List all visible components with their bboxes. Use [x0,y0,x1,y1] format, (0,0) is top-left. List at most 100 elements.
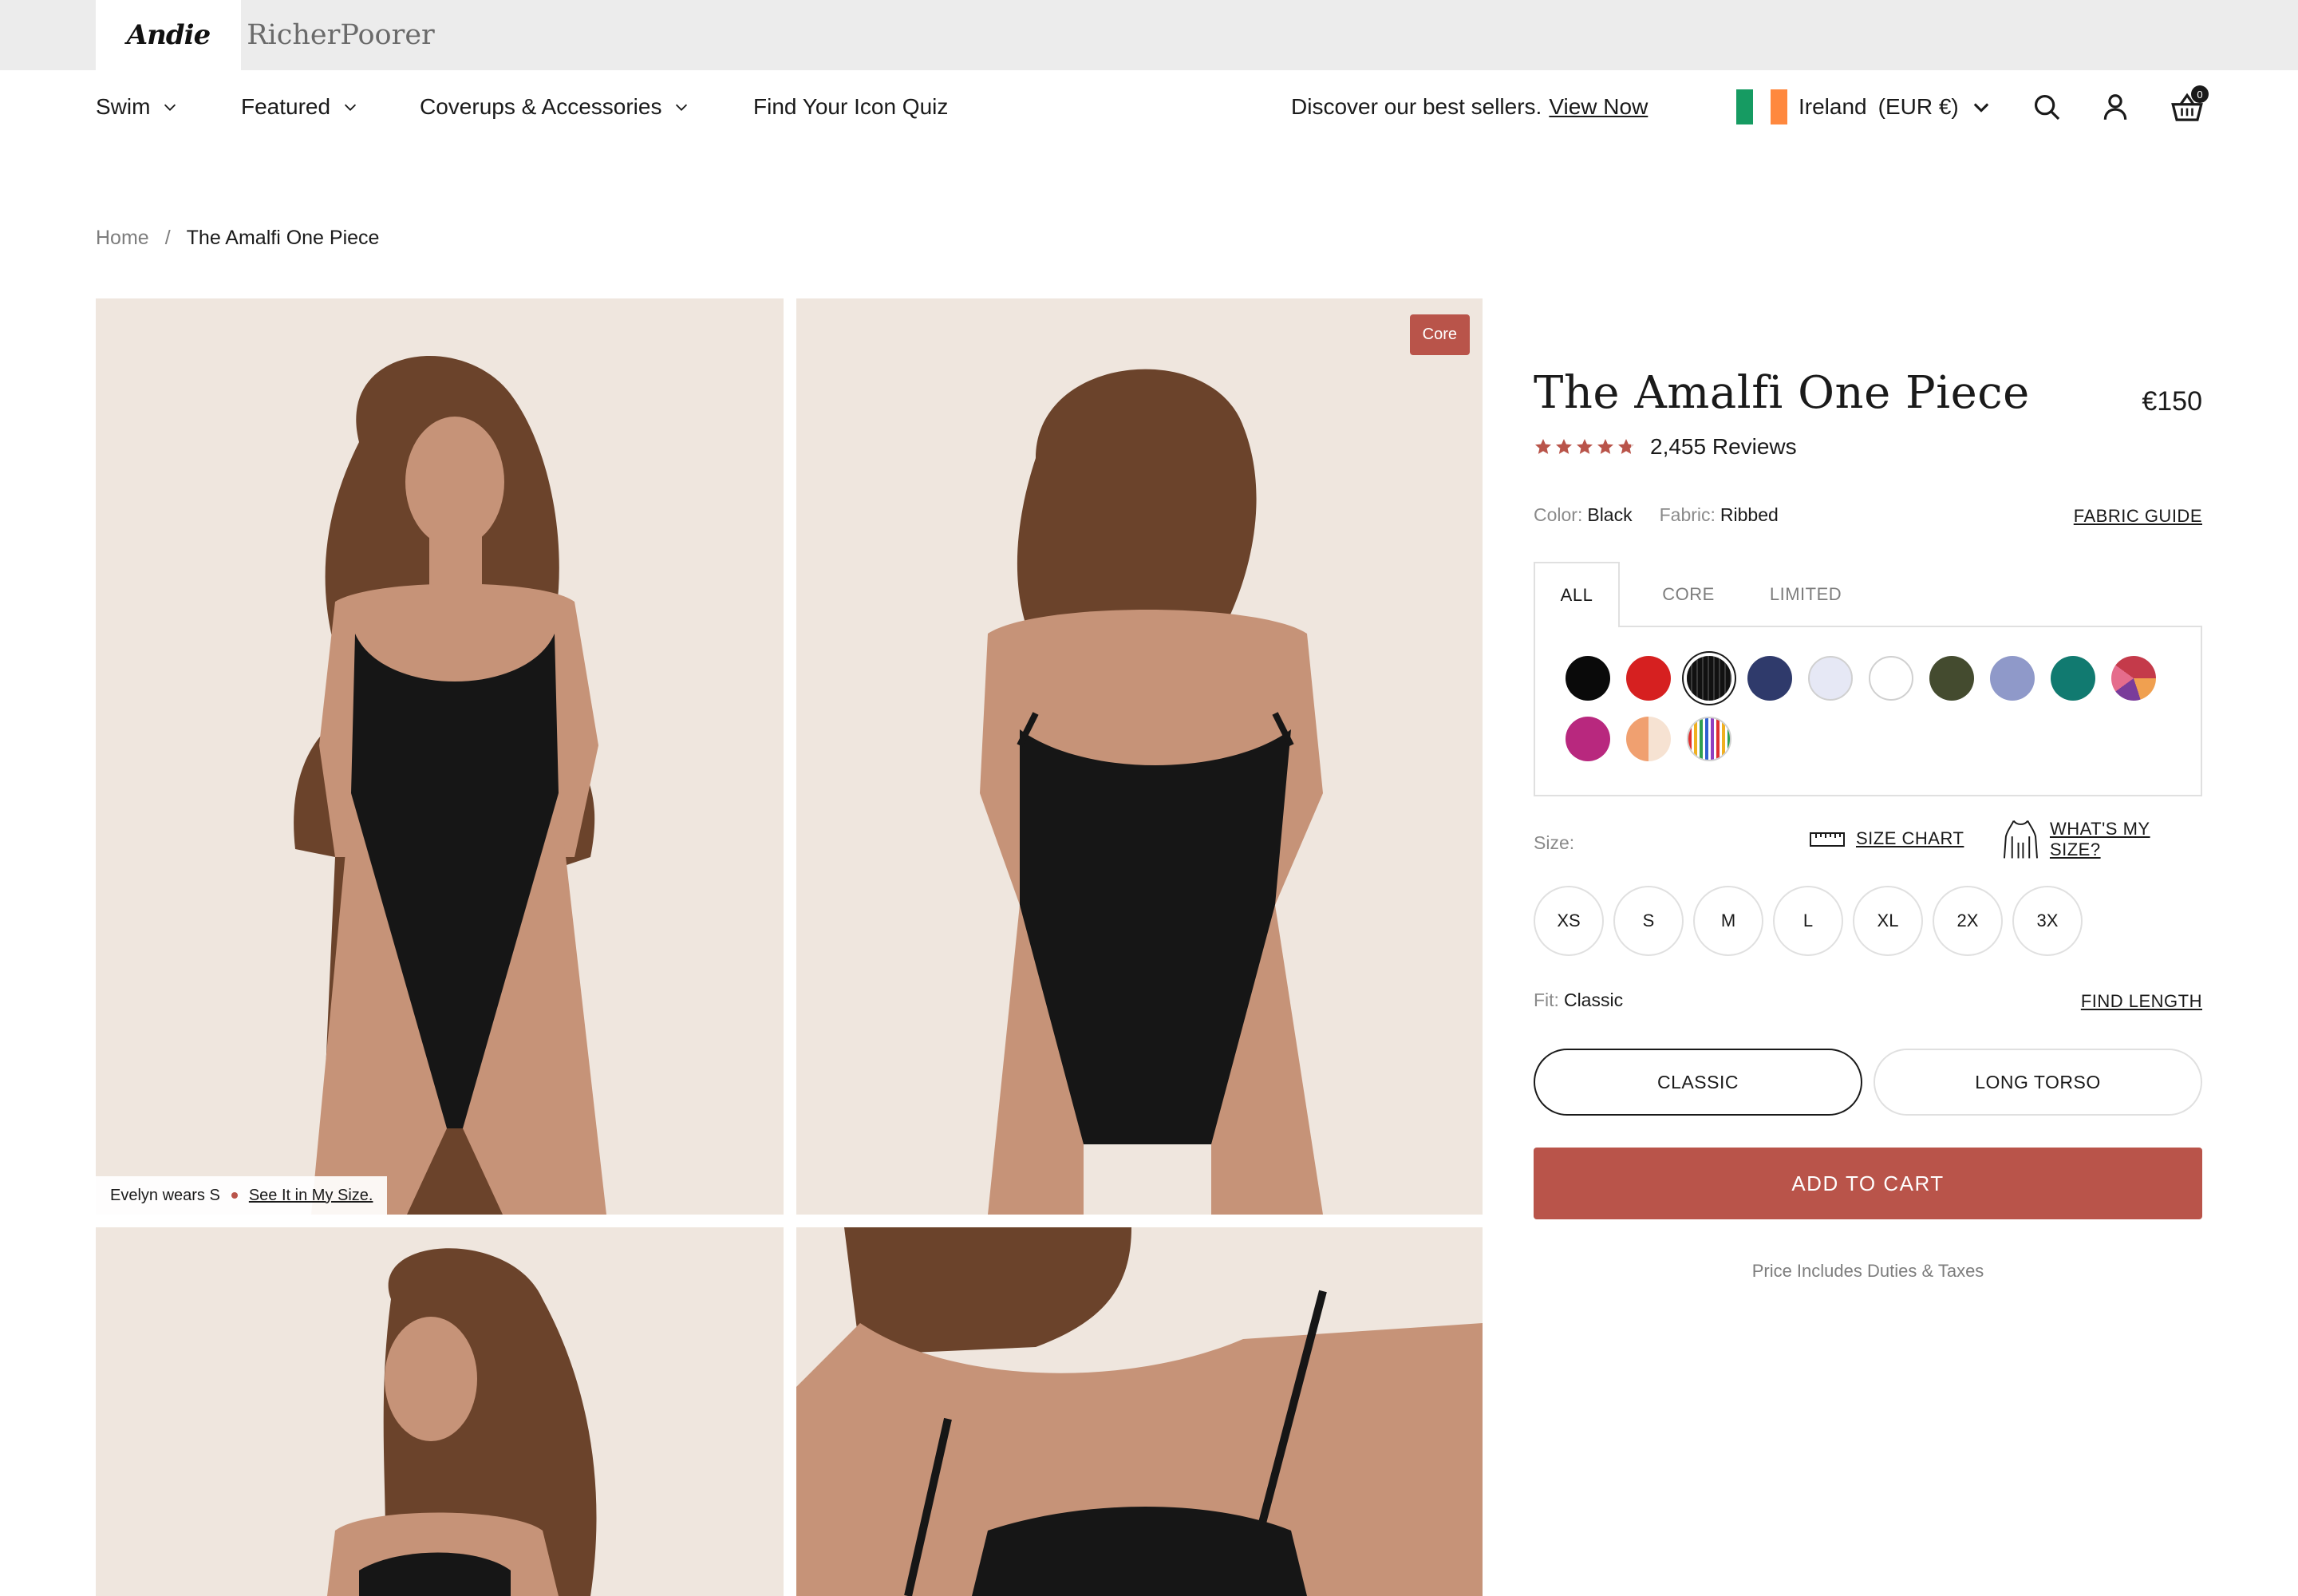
size-option-3x[interactable]: 3X [2012,886,2083,956]
color-value: Black [1587,504,1633,525]
country-name: Ireland [1799,94,1867,119]
account-icon[interactable] [2097,89,2134,125]
promo-text: Discover our best sellers. [1291,94,1542,119]
currency-label: (EUR €) [1877,94,1959,119]
size-option-2x[interactable]: 2X [1933,886,2003,956]
size-header: Size: SIZE CHART WHAT'S MY SIZE? [1534,819,2202,863]
star-icon [1597,439,1613,454]
product-image-detail[interactable] [796,1227,1483,1596]
color-collection-tabs: ALL CORE LIMITED [1534,562,2202,627]
swatch-black[interactable] [1566,656,1610,701]
swatch-rainbow-stripe[interactable] [1687,717,1731,761]
fabric-value: Ribbed [1720,504,1779,525]
swatch-black-ribbed[interactable] [1687,656,1731,701]
size-chart-link[interactable]: SIZE CHART [1810,828,1964,849]
promo-banner: Discover our best sellers. View Now [1291,70,1648,144]
chevron-down-icon [345,104,357,111]
nav-item-label: Featured [241,94,331,119]
nav-item-label: Find Your Icon Quiz [753,94,949,119]
size-option-s[interactable]: S [1613,886,1684,956]
model-back-illustration [796,298,1483,1215]
color-swatch-grid [1534,626,2202,796]
swatch-pale-lavender[interactable] [1808,656,1853,701]
size-label: Size: [1534,832,1575,853]
product-rating[interactable]: 2,455 Reviews [1534,434,1797,460]
breadcrumb: Home / The Amalfi One Piece [96,227,379,250]
product-image-back[interactable]: Core [796,298,1483,1215]
star-half-icon [1618,439,1634,454]
star-icon [1556,439,1572,454]
nav-item-featured[interactable]: Featured [241,70,359,144]
add-to-cart-button[interactable]: ADD TO CART [1534,1148,2202,1219]
promo-link[interactable]: View Now [1549,94,1648,120]
fit-label: Fit: [1534,990,1559,1010]
fit-option-long-torso[interactable]: LONG TORSO [1874,1049,2202,1116]
cart-icon[interactable]: 0 [2167,85,2209,125]
model-side-illustration [96,1227,784,1596]
fit-value: Classic [1563,990,1624,1010]
size-option-xs[interactable]: XS [1534,886,1604,956]
see-it-in-my-size-link[interactable]: See It in My Size. [249,1187,373,1205]
size-options: XS S M L XL 2X 3X [1534,886,2083,956]
body-measure-icon [2003,820,2038,859]
cart-count-badge: 0 [2191,85,2209,103]
star-icon [1535,439,1551,454]
nav-item-swim[interactable]: Swim [96,70,179,144]
nav-item-icon-quiz[interactable]: Find Your Icon Quiz [753,70,948,144]
breadcrumb-current: The Amalfi One Piece [186,227,380,249]
breadcrumb-home[interactable]: Home [96,227,149,250]
swatch-white[interactable] [1869,656,1913,701]
ireland-flag-icon [1736,89,1787,124]
swatch-peach-colorblock[interactable] [1626,717,1671,761]
tab-limited[interactable]: LIMITED [1746,562,1866,627]
brand-tab-richerpoorer[interactable]: RicherPoorer [241,0,440,70]
model-size-note: Evelyn wears S See It in My Size. [96,1176,388,1215]
size-option-xl[interactable]: XL [1853,886,1923,956]
tab-core[interactable]: CORE [1637,562,1739,627]
size-chart-label: SIZE CHART [1856,828,1964,848]
chevron-down-icon [1973,103,1988,113]
search-icon[interactable] [2028,89,2065,125]
swatch-abstract-print[interactable] [2111,656,2156,701]
whats-my-size-link[interactable]: WHAT'S MY SIZE? [2003,819,2202,860]
whats-my-size-label: WHAT'S MY SIZE? [2049,819,2150,859]
model-size-text: Evelyn wears S [110,1186,220,1204]
find-length-link[interactable]: FIND LENGTH [2081,991,2202,1012]
chevron-down-icon [676,104,688,111]
swatch-olive[interactable] [1929,656,1974,701]
product-image-side[interactable] [96,1227,784,1596]
tab-all[interactable]: ALL [1534,562,1620,627]
nav-item-label: Swim [96,94,151,119]
brand-tab-andie[interactable]: Andie [96,0,241,70]
chevron-down-icon [164,104,176,111]
model-detail-illustration [796,1227,1483,1596]
product-image-front[interactable]: Evelyn wears S See It in My Size. [96,298,784,1215]
star-rating [1534,437,1636,456]
fabric-guide-link[interactable]: FABRIC GUIDE [2074,506,2202,527]
swatch-magenta[interactable] [1566,717,1610,761]
review-count: 2,455 Reviews [1650,434,1797,459]
ruler-icon [1810,832,1845,847]
fabric-label: Fabric: [1659,504,1716,525]
breadcrumb-separator: / [164,227,171,249]
main-nav: Swim Featured Coverups & Accessories Fin… [0,70,2298,144]
swatch-periwinkle[interactable] [1990,656,2035,701]
nav-item-label: Coverups & Accessories [420,94,662,119]
fit-option-classic[interactable]: CLASSIC [1534,1049,1862,1116]
star-icon [1577,439,1593,454]
product-title: The Amalfi One Piece [1534,367,2030,419]
country-selector[interactable]: Ireland (EUR €) [1736,70,1992,144]
core-badge: Core [1409,314,1470,355]
fit-header: Fit: Classic FIND LENGTH [1534,990,2202,1011]
color-label: Color: [1534,504,1583,525]
swatch-navy[interactable] [1747,656,1792,701]
swatch-red[interactable] [1626,656,1671,701]
swatch-teal[interactable] [2051,656,2095,701]
model-front-illustration [96,298,784,1215]
brand-bar: Andie RicherPoorer [0,0,2298,70]
duties-note: Price Includes Duties & Taxes [1751,1261,1984,1281]
nav-item-coverups[interactable]: Coverups & Accessories [420,70,690,144]
size-option-m[interactable]: M [1693,886,1763,956]
product-price: €150 [2142,386,2202,417]
size-option-l[interactable]: L [1773,886,1843,956]
